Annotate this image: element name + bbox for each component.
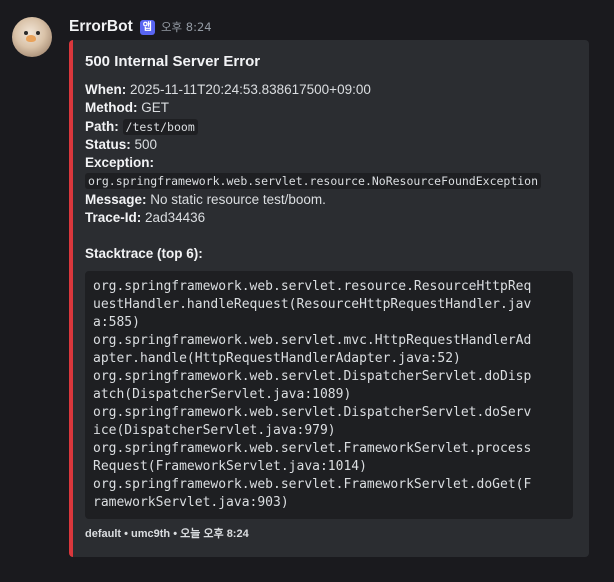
field-label: Trace-Id: — [85, 210, 142, 226]
message-header: ErrorBot 앱 오후 8:24 — [69, 16, 212, 38]
embed-title: 500 Internal Server Error — [85, 53, 261, 70]
stacktrace-line: org.springframework.web.servlet.Framewor… — [93, 477, 532, 493]
field-label: Status: — [85, 136, 131, 152]
avatar-eye-icon — [24, 31, 28, 35]
stacktrace-line: ice(DispatcherServlet.java:979) — [93, 423, 336, 439]
field-label: Message: — [85, 191, 147, 207]
field-value: No static resource test/boom. — [150, 191, 326, 207]
error-embed: 500 Internal Server Error When: 2025-11-… — [69, 40, 589, 557]
field-path: Path: /test/boom — [85, 118, 577, 136]
field-value: 2ad34436 — [145, 210, 206, 226]
field-method: Method: GET — [85, 99, 577, 117]
path-code: /test/boom — [122, 118, 198, 135]
exception-code: org.springframework.web.servlet.resource… — [85, 173, 542, 190]
field-status: Status: 500 — [85, 136, 577, 154]
stacktrace-line: org.springframework.web.servlet.mvc.Http… — [93, 333, 532, 349]
embed-footer: default • umc9th • 오늘 오후 8:24 — [85, 528, 249, 540]
field-label: Path: — [85, 118, 119, 134]
stacktrace-line: uestHandler.handleRequest(ResourceHttpRe… — [93, 297, 532, 313]
stacktrace-codeblock[interactable]: org.springframework.web.servlet.resource… — [85, 271, 573, 520]
field-value: 2025-11-11T20:24:53.838617500+09:00 — [130, 82, 371, 97]
field-label: Method: — [85, 100, 138, 116]
stacktrace-line: Request(FrameworkServlet.java:1014) — [93, 459, 367, 475]
stacktrace-line: rameworkServlet.java:903) — [93, 495, 289, 511]
stacktrace-line: atch(DispatcherServlet.java:1089) — [93, 387, 352, 403]
app-badge: 앱 — [139, 19, 155, 35]
stacktrace-title: Stacktrace (top 6): — [85, 246, 203, 262]
field-value: GET — [141, 100, 170, 116]
avatar-beak-icon — [26, 35, 36, 42]
field-label: When: — [85, 82, 127, 97]
field-value: 500 — [134, 136, 158, 152]
stacktrace-line: org.springframework.web.servlet.Dispatch… — [93, 369, 532, 385]
embed-fields: When: 2025-11-11T20:24:53.838617500+09:0… — [85, 81, 577, 227]
field-when: When: 2025-11-11T20:24:53.838617500+09:0… — [85, 81, 577, 99]
field-message: Message: No static resource test/boom. — [85, 191, 577, 209]
stacktrace-line: a:585) — [93, 315, 140, 331]
field-label: Exception: — [85, 155, 155, 171]
stacktrace-line: apter.handle(HttpRequestHandlerAdapter.j… — [93, 351, 461, 367]
bot-avatar[interactable] — [12, 17, 52, 57]
message-timestamp[interactable]: 오후 8:24 — [161, 19, 212, 35]
stacktrace-line: org.springframework.web.servlet.Framewor… — [93, 441, 532, 457]
avatar-eye-icon — [36, 31, 40, 35]
field-exception: Exception: — [85, 154, 577, 172]
chat-message: ErrorBot 앱 오후 8:24 500 Internal Server E… — [0, 0, 614, 582]
username[interactable]: ErrorBot — [69, 18, 133, 36]
stacktrace-line: org.springframework.web.servlet.Dispatch… — [93, 405, 532, 421]
field-exception-value: org.springframework.web.servlet.resource… — [85, 172, 577, 190]
field-trace-id: Trace-Id: 2ad34436 — [85, 209, 577, 227]
stacktrace-line: org.springframework.web.servlet.resource… — [93, 279, 532, 295]
